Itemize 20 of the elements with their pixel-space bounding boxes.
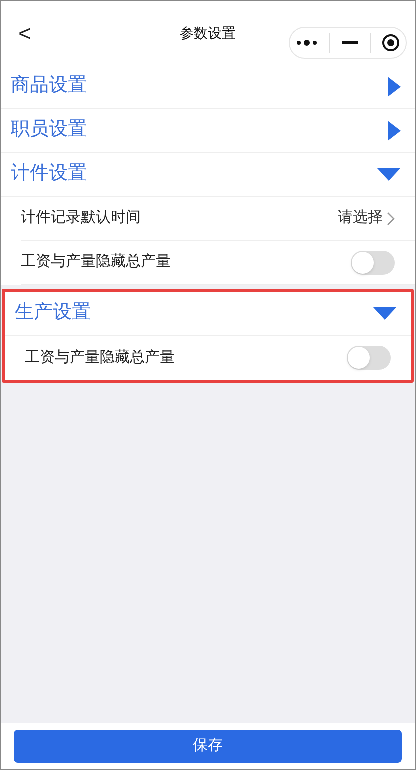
section-header[interactable]: 生产设置: [5, 292, 411, 336]
toggle-switch[interactable]: [347, 346, 391, 370]
setting-label: 工资与产量隐藏总产量: [21, 252, 171, 272]
toggle-switch[interactable]: [351, 250, 395, 274]
triangle-down-icon: [373, 307, 397, 320]
triangle-right-icon: [388, 120, 401, 140]
more-icon: [296, 39, 318, 47]
select-control[interactable]: 请选择: [338, 207, 395, 230]
setting-label: 工资与产量隐藏总产量: [25, 348, 175, 368]
capsule-menu[interactable]: [289, 27, 407, 59]
chevron-right-icon: [387, 212, 395, 226]
triangle-down-icon: [377, 168, 401, 181]
minimize-icon: [342, 41, 358, 45]
save-button[interactable]: 保存: [14, 730, 402, 762]
page-title: 参数设置: [180, 24, 236, 42]
triangle-right-icon: [388, 76, 401, 96]
setting-label: 计件记录默认时间: [21, 208, 141, 228]
section-header[interactable]: 计件设置: [1, 153, 415, 197]
close-icon: [382, 34, 400, 52]
back-button[interactable]: <: [15, 16, 35, 50]
